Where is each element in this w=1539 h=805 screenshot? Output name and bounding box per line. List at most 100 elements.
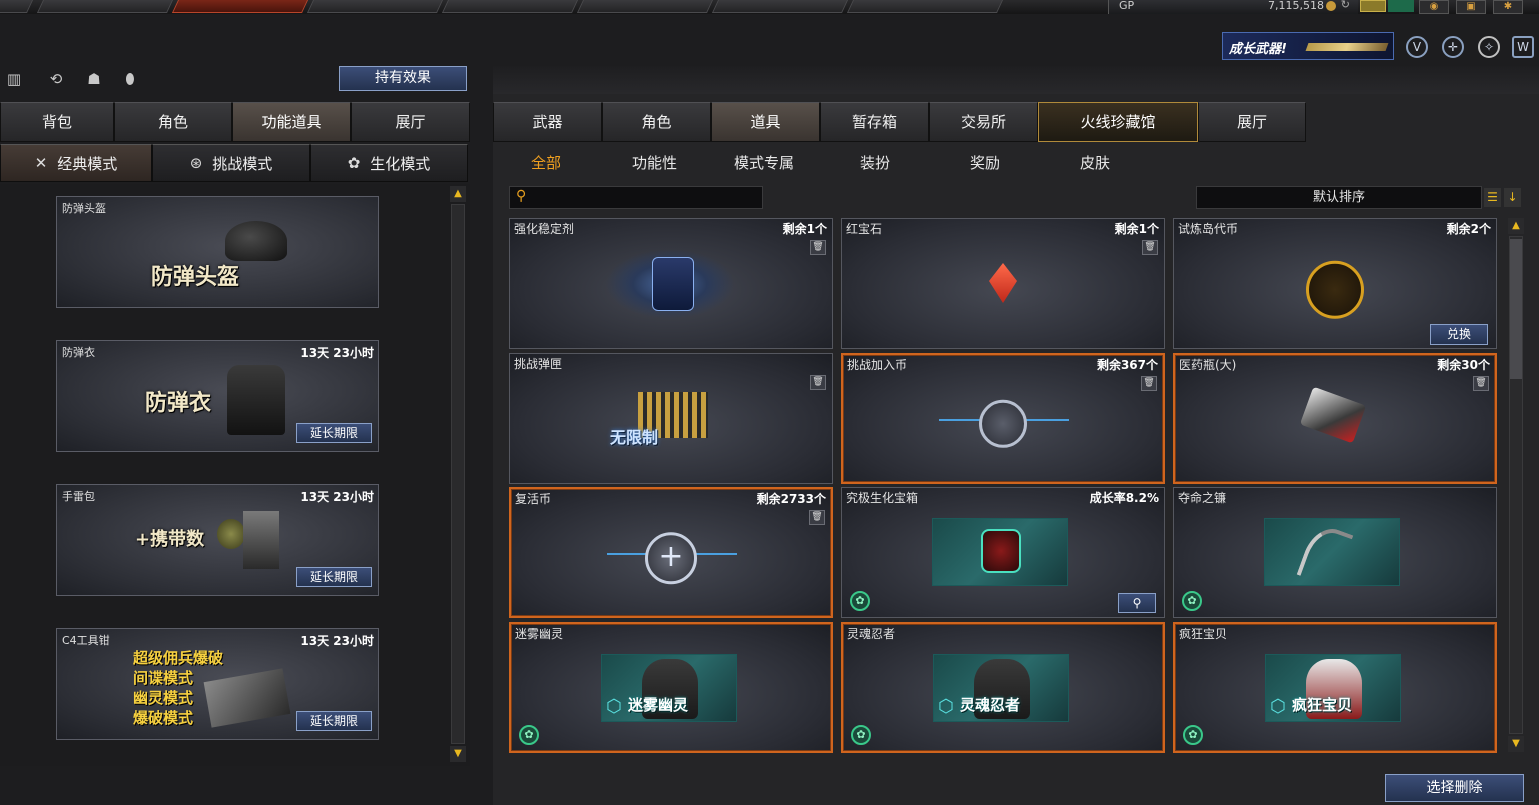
tab-classic-mode[interactable]: ✕ 经典模式 xyxy=(0,144,152,182)
top-nav-tab[interactable] xyxy=(846,0,1004,13)
scroll-down-arrow[interactable]: ▼ xyxy=(450,746,466,762)
scroll-down-arrow[interactable]: ▼ xyxy=(1508,736,1524,752)
tab-showroom[interactable]: 展厅 xyxy=(1198,102,1306,142)
compass-icon[interactable]: ✧ xyxy=(1478,36,1500,58)
tab-storage[interactable]: 暂存箱 xyxy=(820,102,929,142)
growth-weapon-banner[interactable]: 成长武器! xyxy=(1222,32,1394,60)
tab-function-items[interactable]: 功能道具 xyxy=(232,102,351,142)
inventory-card[interactable]: 强化稳定剂 剩余1个 🗑 xyxy=(509,218,833,349)
item-name: 防弹衣 xyxy=(62,346,95,359)
active-effects-button[interactable]: 持有效果 xyxy=(339,66,467,91)
preview-button[interactable]: ⚲ xyxy=(1118,593,1156,613)
inventory-card[interactable]: 挑战弹匣 🗑 无限制 xyxy=(509,353,833,484)
search-input[interactable]: ⚲ xyxy=(509,186,763,209)
refresh-icon[interactable]: ↻ xyxy=(1341,0,1350,11)
scrollbar[interactable] xyxy=(1509,236,1523,734)
inventory-card[interactable]: 究极生化宝箱 成长率8.2% ✿ ⚲ xyxy=(841,487,1165,618)
inventory-card[interactable]: 试炼岛代币 剩余2个 兑换 xyxy=(1173,218,1497,349)
rifle-icon xyxy=(1305,43,1389,51)
list-item-helmet[interactable]: 防弹头盔 防弹头盔 xyxy=(56,196,379,308)
tab-character[interactable]: 角色 xyxy=(114,102,232,142)
item-name: 试炼岛代币 xyxy=(1178,222,1239,236)
subtab-mode-exclusive[interactable]: 模式专属 xyxy=(734,152,794,173)
top-nav-tab[interactable] xyxy=(441,0,579,13)
mouse-icon[interactable]: ⬮ xyxy=(118,68,142,90)
tab-biochemical-mode[interactable]: ✿ 生化模式 xyxy=(310,144,468,182)
top-nav-tab[interactable] xyxy=(306,0,444,13)
gift-icon[interactable]: ▣ xyxy=(1456,0,1486,14)
scythe-icon xyxy=(1296,521,1354,585)
stats-icon[interactable]: ▥ xyxy=(2,68,26,90)
mode-line: 间谍模式 xyxy=(133,669,194,687)
subtab-functional[interactable]: 功能性 xyxy=(632,152,677,173)
tab-character[interactable]: 角色 xyxy=(602,102,711,142)
character-art: ⬡ 迷雾幽灵 xyxy=(601,654,737,722)
trash-icon[interactable]: 🗑 xyxy=(1141,376,1157,391)
item-name: 强化稳定剂 xyxy=(514,222,575,236)
list-item-vest[interactable]: 防弹衣 13天 23小时 防弹衣 延长期限 xyxy=(56,340,379,452)
inventory-card[interactable]: 灵魂忍者 ⬡ 灵魂忍者 ✿ xyxy=(841,622,1165,753)
right-panel-header xyxy=(493,66,1539,94)
inventory-card[interactable]: 复活币 剩余2733个 🗑 + xyxy=(509,487,833,618)
trash-icon[interactable]: 🗑 xyxy=(809,510,825,525)
item-count: 成长率8.2% xyxy=(1089,491,1159,505)
shield-emblem-icon[interactable]: V xyxy=(1406,36,1428,58)
trash-icon[interactable]: 🗑 xyxy=(1142,240,1158,255)
item-count: 剩余2733个 xyxy=(756,492,826,506)
item-name: 究极生化宝箱 xyxy=(846,491,919,505)
sort-dropdown[interactable]: 默认排序 xyxy=(1196,186,1482,209)
w-logo-icon[interactable]: W xyxy=(1512,36,1534,58)
top-nav-tab[interactable] xyxy=(0,0,34,13)
exchange-button[interactable]: 兑换 xyxy=(1430,324,1488,345)
scroll-up-arrow[interactable]: ▲ xyxy=(450,186,466,202)
character-icon[interactable]: ☗ xyxy=(82,68,106,90)
tab-weapons[interactable]: 武器 xyxy=(493,102,602,142)
item-art-text: +携带数 xyxy=(135,529,205,550)
list-item-c4-pliers[interactable]: C4工具钳 13天 23小时 超级佣兵爆破 间谍模式 幽灵模式 爆破模式 延长期… xyxy=(56,628,379,740)
extend-button[interactable]: 延长期限 xyxy=(296,423,372,443)
badge-icon[interactable]: ◉ xyxy=(1419,0,1449,14)
history-icon[interactable]: ⟲ xyxy=(44,68,68,90)
hexagon-icon: ⬡ xyxy=(606,696,622,717)
scrollbar[interactable] xyxy=(451,204,465,744)
subtab-rewards[interactable]: 奖励 xyxy=(970,152,1000,173)
trash-icon[interactable]: 🗑 xyxy=(810,240,826,255)
subtab-skins[interactable]: 皮肤 xyxy=(1080,152,1110,173)
extend-button[interactable]: 延长期限 xyxy=(296,567,372,587)
sort-down-icon[interactable]: ↓ xyxy=(1504,188,1521,207)
item-name: 手雷包 xyxy=(62,490,95,503)
stabilizer-jar-icon xyxy=(652,257,694,311)
subtab-cosmetic[interactable]: 装扮 xyxy=(860,152,890,173)
crosshair-icon[interactable]: ✛ xyxy=(1442,36,1464,58)
trash-icon[interactable]: 🗑 xyxy=(810,375,826,390)
extend-button[interactable]: 延长期限 xyxy=(296,711,372,731)
inventory-card[interactable]: 夺命之镰 ✿ xyxy=(1173,487,1497,618)
subtab-all[interactable]: 全部 xyxy=(531,152,561,173)
inventory-card[interactable]: 挑战加入币 剩余367个 🗑 xyxy=(841,353,1165,484)
inventory-card[interactable]: 疯狂宝贝 ⬡ 疯狂宝贝 ✿ xyxy=(1173,622,1497,753)
tab-backpack[interactable]: 背包 xyxy=(0,102,114,142)
tab-collection-hall[interactable]: 火线珍藏馆 xyxy=(1038,102,1198,142)
tab-showroom[interactable]: 展厅 xyxy=(351,102,470,142)
inventory-card[interactable]: 迷雾幽灵 ⬡ 迷雾幽灵 ✿ xyxy=(509,622,833,753)
inventory-card[interactable]: 红宝石 剩余1个 🗑 xyxy=(841,218,1165,349)
tab-items[interactable]: 道具 xyxy=(711,102,820,142)
settings-icon[interactable]: ✱ xyxy=(1493,0,1523,14)
top-nav-tab[interactable] xyxy=(576,0,714,13)
select-delete-button[interactable]: 选择删除 xyxy=(1385,774,1524,802)
item-name: 挑战加入币 xyxy=(847,358,908,372)
top-nav-tab[interactable] xyxy=(36,0,174,13)
item-time: 13天 23小时 xyxy=(300,346,374,360)
tab-exchange[interactable]: 交易所 xyxy=(929,102,1038,142)
trash-icon[interactable]: 🗑 xyxy=(1473,376,1489,391)
tab-challenge-mode[interactable]: ⊛ 挑战模式 xyxy=(152,144,310,182)
scrollbar-thumb[interactable] xyxy=(1510,239,1522,379)
list-item-grenade-pack[interactable]: 手雷包 13天 23小时 +携带数 延长期限 xyxy=(56,484,379,596)
top-nav-tab[interactable] xyxy=(711,0,849,13)
scroll-up-arrow[interactable]: ▲ xyxy=(1508,218,1524,234)
top-nav-tab-active[interactable] xyxy=(171,0,309,13)
search-icon: ⚲ xyxy=(516,188,527,204)
inventory-card[interactable]: 医药瓶(大) 剩余30个 🗑 xyxy=(1173,353,1497,484)
list-view-icon[interactable]: ☰ xyxy=(1484,188,1501,207)
item-name: 红宝石 xyxy=(846,222,883,236)
